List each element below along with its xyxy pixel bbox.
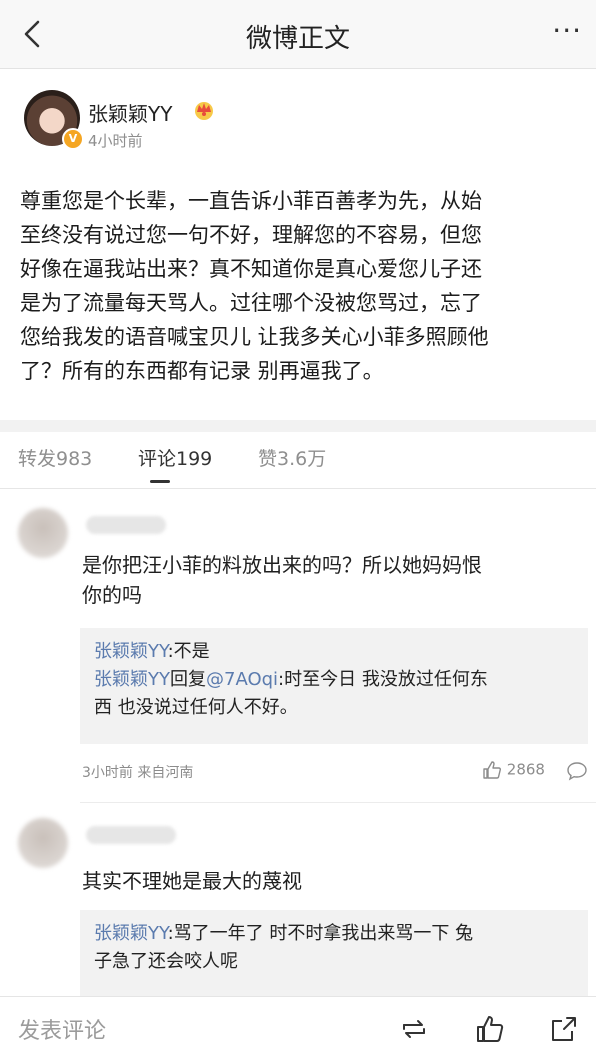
author-name[interactable]: 张颖颖YY xyxy=(88,98,172,127)
bottom-action-bar: 发表评论 xyxy=(0,996,596,1061)
post-line: 您给我发的语音喊宝贝儿 让我多关心小菲多照顾他 xyxy=(20,325,489,349)
post-author: V 张颖颖YY 4小时前 xyxy=(18,90,578,160)
reply-text: :骂了一年了 时不时拿我出来骂一下 兔 xyxy=(167,923,474,944)
thumbs-up-icon xyxy=(483,761,501,779)
reply-text: :不是 xyxy=(167,641,210,662)
reply-comment-icon[interactable] xyxy=(566,760,588,781)
comment-line: 是你把汪小菲的料放出来的吗？所以她妈妈恨 xyxy=(82,553,482,577)
post-line: 了？所有的东西都有记录 别再逼我了。 xyxy=(20,359,384,383)
active-tab-indicator xyxy=(150,480,170,483)
reply-item: 张颖颖YY回复@7AOqi:时至今日 我没放过任何东 xyxy=(94,666,574,694)
reply-box[interactable]: 张颖颖YY:骂了一年了 时不时拿我出来骂一下 兔 子急了还会咬人呢 xyxy=(80,910,588,996)
share-icon[interactable] xyxy=(548,1013,580,1045)
post-line: 至终没有说过您一句不好，理解您的不容易，但您 xyxy=(20,223,482,247)
mention-link[interactable]: @7AOqi xyxy=(206,669,278,690)
reply-continuation: 子急了还会咬人呢 xyxy=(94,951,238,972)
commenter-avatar[interactable] xyxy=(18,508,68,558)
thumbs-up-icon[interactable] xyxy=(474,1013,506,1045)
like-count: 2868 xyxy=(506,760,545,779)
comment-meta: 3小时前 来自河南 xyxy=(82,765,194,781)
reply-text: :时至今日 我没放过任何东 xyxy=(278,669,488,690)
comment-input[interactable]: 发表评论 xyxy=(18,1013,106,1045)
commenter-name-blurred[interactable] xyxy=(86,516,166,534)
page-title: 微博正文 xyxy=(245,24,350,54)
post-body: 尊重您是个长辈，一直告诉小菲百善孝为先，从始 至终没有说过您一句不好，理解您的不… xyxy=(20,184,580,388)
verified-badge-icon: V xyxy=(62,128,84,150)
reply-item: 张颖颖YY:骂了一年了 时不时拿我出来骂一下 兔 xyxy=(94,920,574,948)
comment-divider xyxy=(80,802,596,803)
repost-icon[interactable] xyxy=(398,1013,430,1045)
reply-box[interactable]: 张颖颖YY:不是 张颖颖YY回复@7AOqi:时至今日 我没放过任何东 西 也没… xyxy=(80,628,588,744)
commenter-avatar[interactable] xyxy=(18,818,68,868)
reply-author[interactable]: 张颖颖YY xyxy=(94,669,170,690)
tab-bar: 转发983 评论199 赞3.6万 xyxy=(0,432,596,489)
section-divider xyxy=(0,420,596,432)
reply-item: 张颖颖YY:不是 xyxy=(94,638,574,666)
comment-line: 你的吗 xyxy=(82,583,142,607)
tab-repost[interactable]: 转发983 xyxy=(18,444,92,471)
comment-line: 其实不理她是最大的蔑视 xyxy=(82,869,302,893)
tab-comments[interactable]: 评论199 xyxy=(138,444,212,471)
post-time: 4小时前 xyxy=(88,132,143,150)
top-navbar: 微博正文 ··· xyxy=(0,0,596,69)
reply-continuation: 西 也没说过任何人不好。 xyxy=(94,697,298,718)
tab-likes[interactable]: 赞3.6万 xyxy=(258,444,326,471)
post-line: 尊重您是个长辈，一直告诉小菲百善孝为先，从始 xyxy=(20,189,482,213)
more-options-icon[interactable]: ··· xyxy=(552,14,582,47)
comment-text: 其实不理她是最大的蔑视 xyxy=(82,866,582,896)
reply-keyword: 回复 xyxy=(170,669,206,690)
crown-icon xyxy=(195,102,213,120)
reply-author[interactable]: 张颖颖YY xyxy=(94,641,168,662)
like-button[interactable]: 2868 xyxy=(482,760,545,780)
post-line: 是为了流量每天骂人。过往哪个没被您骂过，忘了 xyxy=(20,291,482,315)
comment-text: 是你把汪小菲的料放出来的吗？所以她妈妈恨 你的吗 xyxy=(82,550,582,610)
reply-author[interactable]: 张颖颖YY xyxy=(94,923,168,944)
commenter-name-blurred[interactable] xyxy=(86,826,176,844)
post-line: 好像在逼我站出来？真不知道你是真心爱您儿子还 xyxy=(20,257,482,281)
